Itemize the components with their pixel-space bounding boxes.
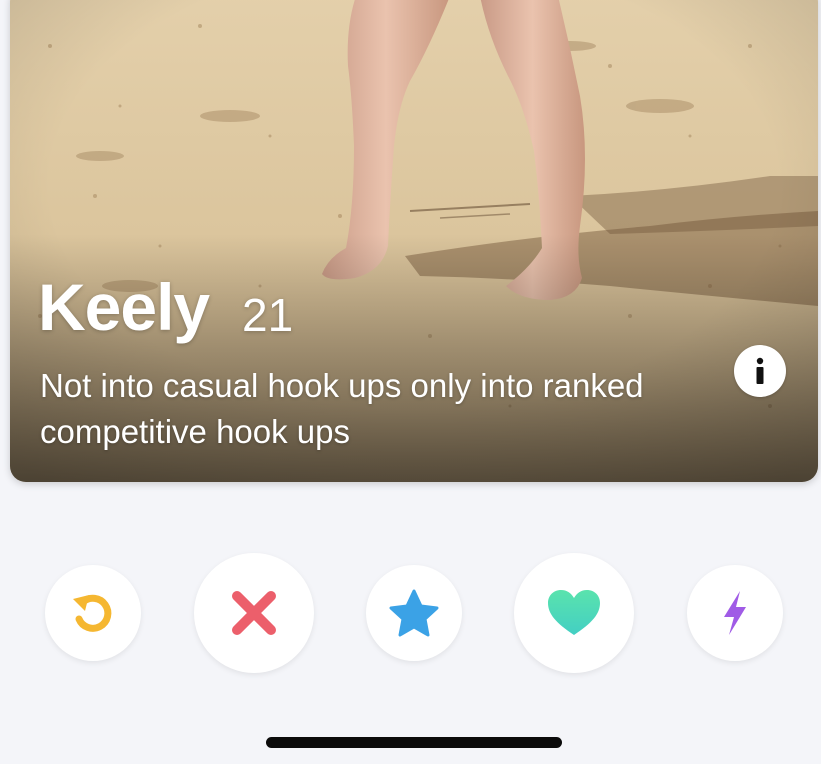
profile-card[interactable]: Keely 21 Not into casual hook ups only i… <box>10 0 818 482</box>
profile-bio: Not into casual hook ups only into ranke… <box>40 367 644 450</box>
heart-icon <box>548 590 600 635</box>
lightning-icon <box>724 591 746 635</box>
home-indicator[interactable] <box>266 737 562 748</box>
profile-age: 21 <box>242 289 294 341</box>
info-icon <box>756 357 764 384</box>
boost-button[interactable] <box>687 565 783 661</box>
screen: Keely 21 Not into casual hook ups only i… <box>0 0 821 764</box>
info-button[interactable] <box>734 345 786 397</box>
rewind-icon <box>73 594 112 632</box>
like-button[interactable] <box>514 553 634 673</box>
star-icon <box>389 589 439 637</box>
nope-button[interactable] <box>194 553 314 673</box>
rewind-button[interactable] <box>45 565 141 661</box>
super-like-button[interactable] <box>366 565 462 661</box>
profile-name: Keely <box>38 270 210 344</box>
x-icon <box>232 591 276 635</box>
